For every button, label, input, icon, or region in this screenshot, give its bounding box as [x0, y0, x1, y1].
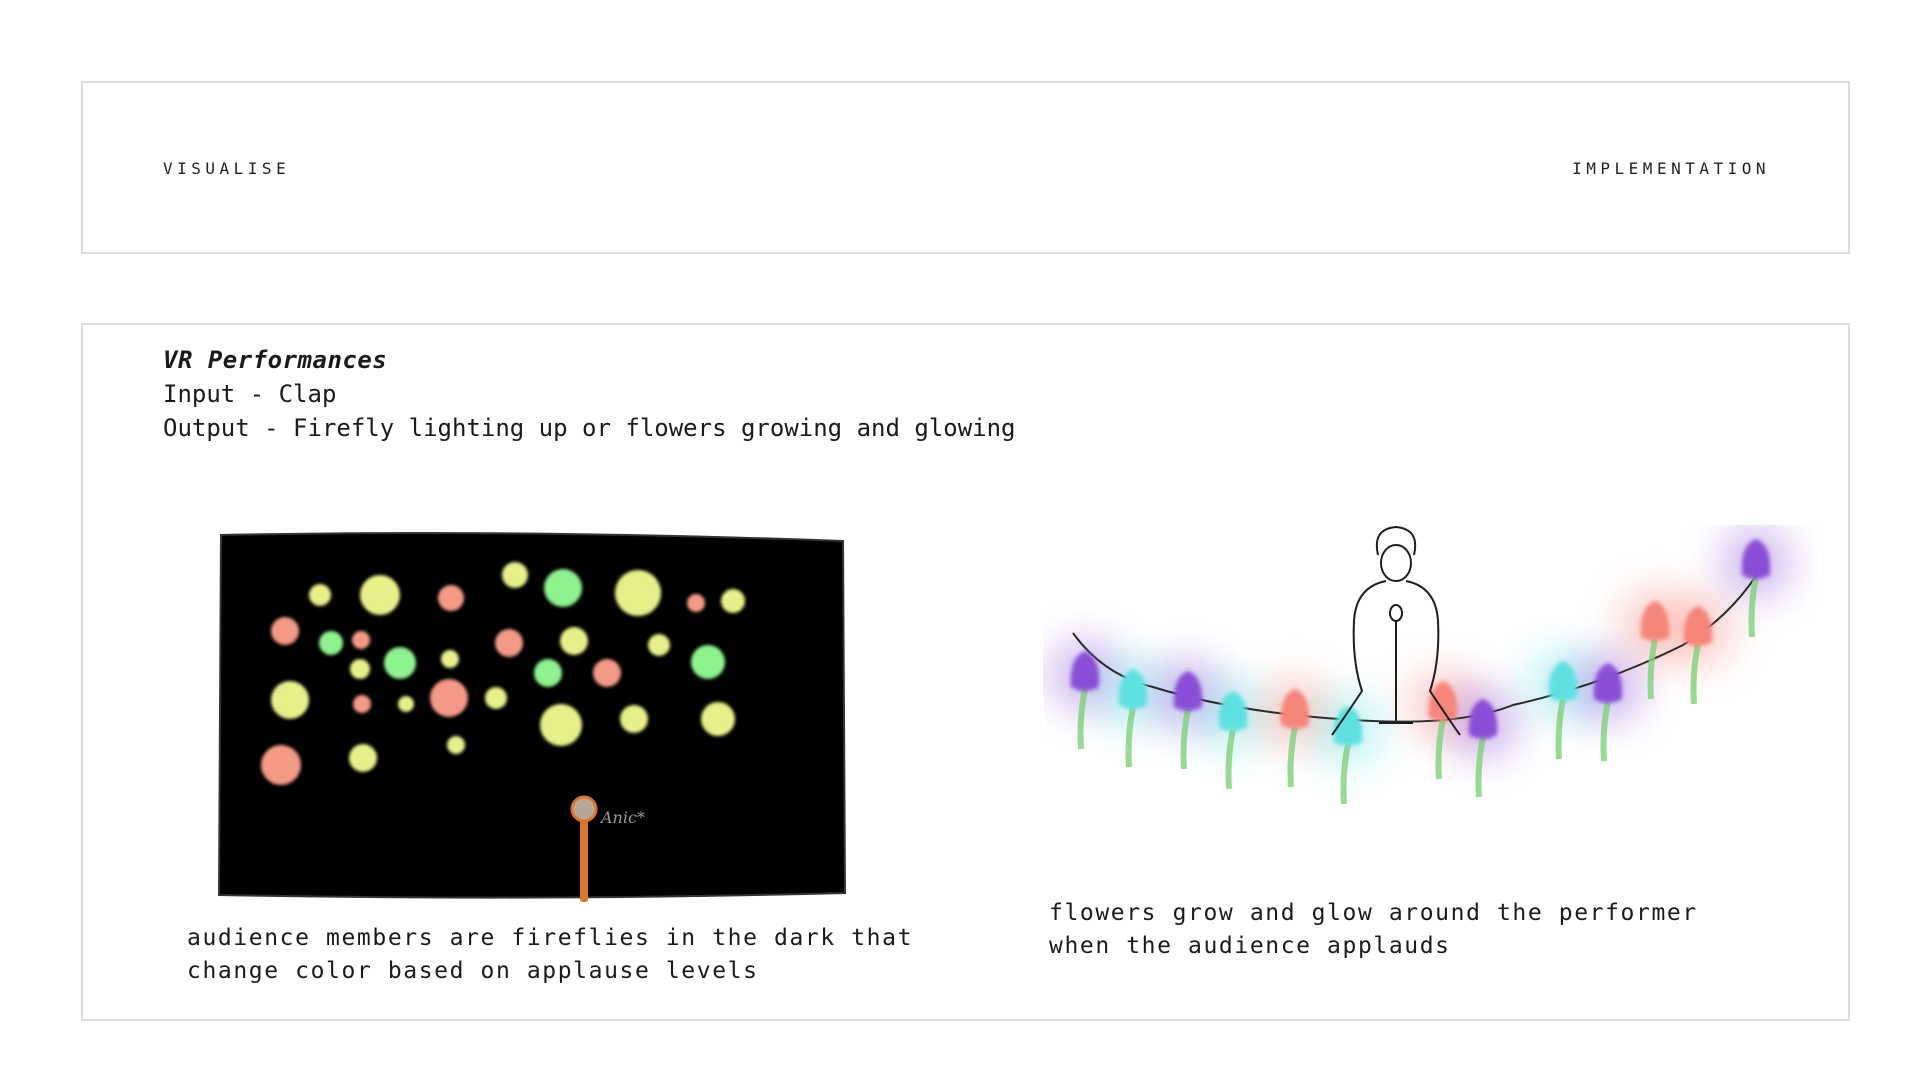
flowers-caption: flowers grow and glow around the perform… [1049, 897, 1698, 963]
flowers-caption-line2: when the audience applauds [1049, 933, 1451, 959]
flower-stem [1287, 726, 1298, 788]
firefly-dot [353, 695, 371, 713]
firefly-dot [384, 647, 416, 679]
flowers-sketch [1047, 525, 1794, 805]
firefly-dot [350, 659, 370, 679]
performer-hair [1375, 525, 1417, 556]
fireflies-caption: audience members are fireflies in the da… [187, 922, 913, 988]
flower-stem [1225, 728, 1236, 790]
firefly-dot [534, 659, 562, 687]
firefly-dot [261, 745, 301, 785]
flower-stem [1555, 698, 1566, 760]
firefly-dot [349, 744, 377, 772]
intro-block: VR Performances Input - Clap Output - Fi… [163, 343, 1016, 445]
firefly-dot [398, 696, 414, 712]
firefly-dot [360, 575, 400, 615]
firefly-dot [309, 584, 331, 606]
flower-stem [1340, 743, 1351, 805]
visualise-label: VISUALISE [163, 159, 291, 178]
firefly-dot [438, 585, 464, 611]
flower-stem [1435, 718, 1446, 780]
microphone-icon [1389, 604, 1403, 622]
flower-stem [1475, 736, 1486, 798]
firefly-dot [691, 645, 725, 679]
flower-stem [1690, 643, 1701, 705]
implementation-label: IMPLEMENTATION [1572, 159, 1770, 178]
firefly-dot [485, 687, 507, 709]
firefly-dot [319, 631, 343, 655]
firefly-dot [593, 659, 621, 687]
intro-title: VR Performances [163, 346, 388, 374]
header-panel: VISUALISE IMPLEMENTATION [81, 81, 1850, 254]
firefly-dot [352, 631, 370, 649]
firefly-dot [560, 627, 588, 655]
flower-stem [1647, 638, 1658, 700]
firefly-dot [620, 705, 648, 733]
mic-head [570, 795, 598, 823]
flower-stem [1600, 700, 1611, 762]
firefly-dot [648, 634, 670, 656]
input-line: Input - Clap [163, 380, 337, 408]
content-panel: VR Performances Input - Clap Output - Fi… [81, 323, 1850, 1021]
firefly-dot [544, 569, 582, 607]
firefly-dot [687, 594, 705, 612]
firefly-dot [441, 650, 459, 668]
performer-head [1380, 544, 1412, 582]
firefly-dot [495, 629, 523, 657]
firefly-dot [271, 617, 299, 645]
fireflies-sketch: Anic* [217, 532, 847, 902]
flower-stem [1125, 706, 1136, 768]
mic-scribble: Anic* [599, 808, 645, 827]
fireflies-caption-line1: audience members are fireflies in the da… [187, 925, 914, 951]
flowers-caption-line1: flowers grow and glow around the perform… [1049, 900, 1698, 926]
firefly-dot [615, 570, 661, 616]
flower-stem [1180, 708, 1191, 770]
firefly-dot [701, 702, 735, 736]
firefly-dot [271, 681, 309, 719]
flower-stem [1077, 688, 1088, 750]
firefly-dot [447, 736, 465, 754]
firefly-dot [721, 589, 745, 613]
mic-stand [580, 810, 588, 902]
fireflies-caption-line2: change color based on applause levels [187, 958, 759, 984]
firefly-dot [502, 562, 528, 588]
firefly-dot [540, 704, 582, 746]
flower-stem [1748, 576, 1759, 638]
output-line: Output - Firefly lighting up or flowers … [163, 414, 1016, 442]
firefly-dot [430, 679, 468, 717]
